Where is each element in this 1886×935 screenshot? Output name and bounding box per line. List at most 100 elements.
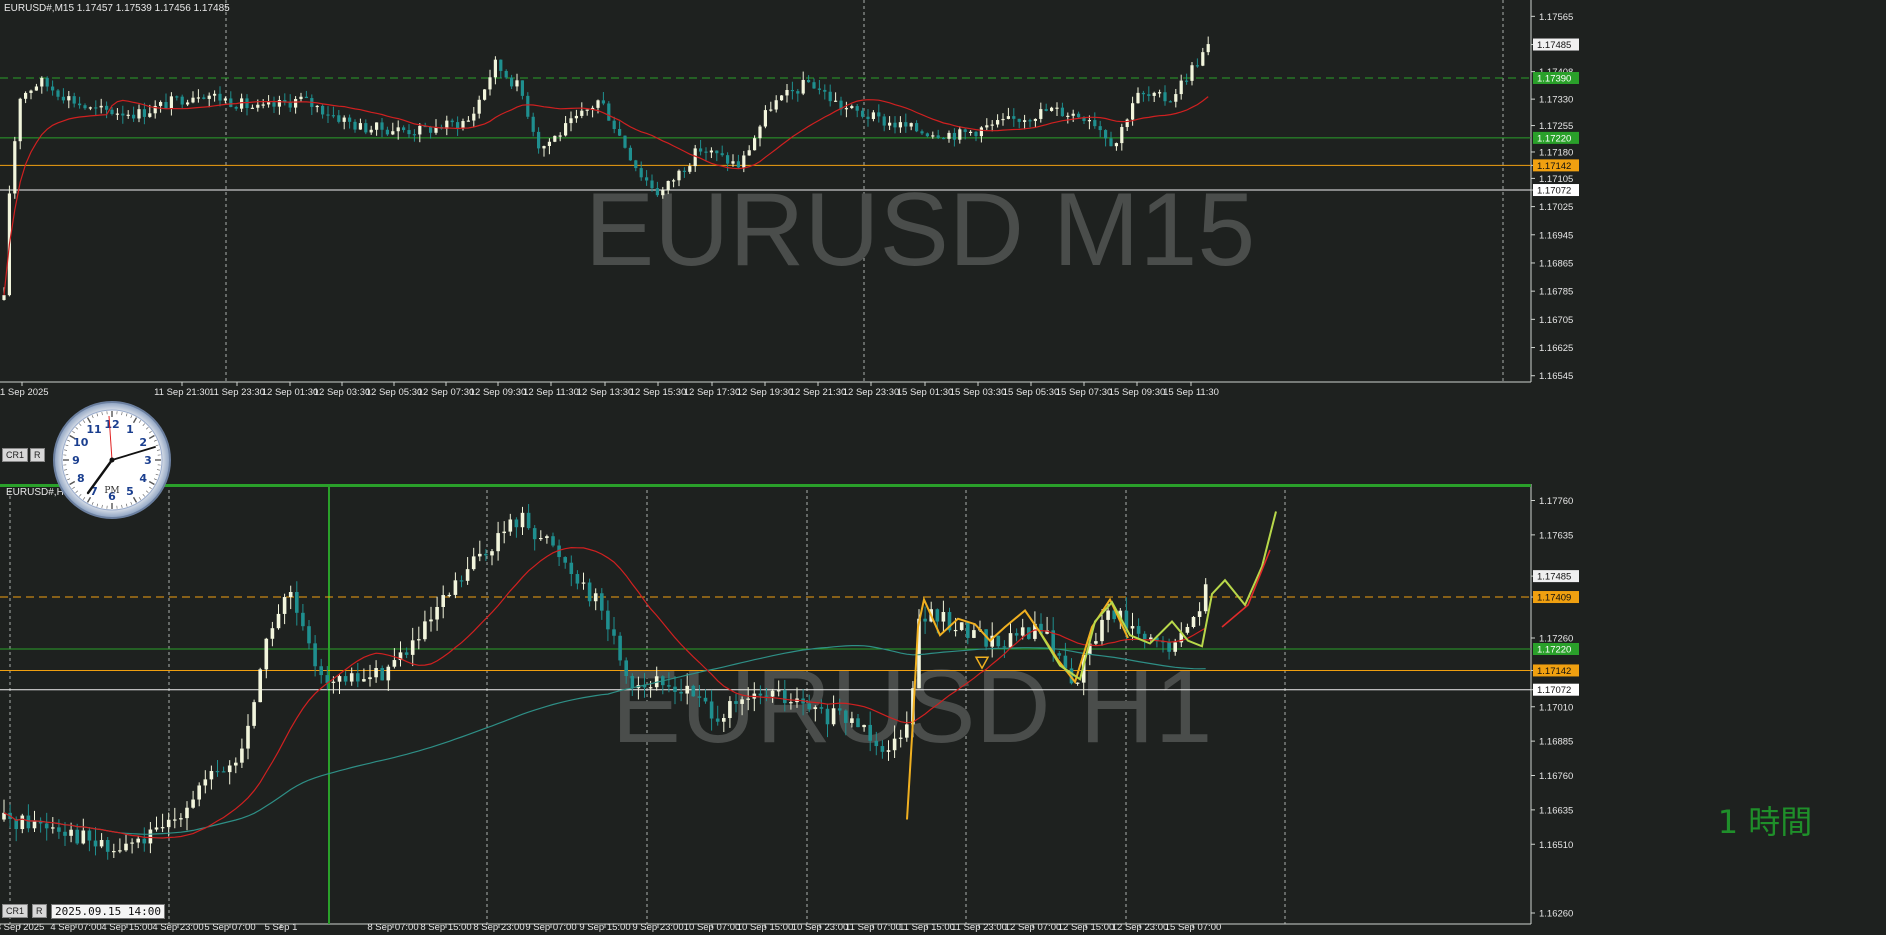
bear-candle bbox=[966, 622, 970, 638]
bear-candle bbox=[526, 512, 531, 529]
bull-candle bbox=[770, 690, 775, 697]
bull-candle bbox=[203, 779, 208, 786]
bull-candle bbox=[197, 785, 201, 800]
h1-tab-cr1[interactable]: CR1 bbox=[2, 904, 29, 918]
time-tick-label: 3 Sep 2025 bbox=[0, 922, 44, 933]
bull-candle bbox=[99, 840, 104, 847]
bull-candle bbox=[1020, 627, 1025, 636]
time-tick-label: 12 Sep 13:30 bbox=[577, 387, 634, 398]
bear-candle bbox=[1098, 126, 1102, 131]
bear-candle bbox=[1109, 138, 1113, 147]
bear-candle bbox=[343, 676, 348, 682]
time-tick-label: 12 Sep 05:30 bbox=[366, 387, 423, 398]
bear-candle bbox=[618, 129, 622, 136]
m15-chart-canvas[interactable]: EURUSD M15 1.175651.174851.174081.173301… bbox=[0, 0, 1886, 484]
bull-candle bbox=[435, 606, 439, 620]
bear-candle bbox=[1163, 92, 1167, 102]
bull-candle bbox=[472, 113, 476, 121]
bull-candle bbox=[1071, 113, 1075, 116]
h1-chart-canvas[interactable]: EURUSD H1 1 時間 1.177601.176351.174851.17… bbox=[0, 484, 1886, 935]
bull-candle bbox=[1185, 626, 1190, 633]
bull-candle bbox=[990, 124, 994, 126]
chart-pane-h1[interactable]: EURUSD H1 1 時間 1.177601.176351.174851.17… bbox=[0, 484, 1886, 935]
bear-candle bbox=[1077, 113, 1081, 118]
time-tick-label: 12 Sep 21:30 bbox=[790, 387, 847, 398]
bull-candle bbox=[774, 100, 778, 110]
bull-candle bbox=[173, 819, 177, 821]
m15-tab-cr1[interactable]: CR1 bbox=[2, 448, 29, 462]
white-level-tag: 1.17072 bbox=[1537, 685, 1571, 696]
bear-candle bbox=[484, 553, 488, 556]
bear-candle bbox=[624, 660, 628, 677]
clock-number: 4 bbox=[139, 472, 147, 485]
price-tick-label: 1.17565 bbox=[1539, 12, 1573, 23]
time-tick-label: 8 Sep 15:00 bbox=[420, 922, 471, 933]
bear-candle bbox=[893, 122, 897, 128]
bull-candle bbox=[1106, 610, 1110, 620]
bull-candle bbox=[547, 141, 551, 147]
bull-candle bbox=[574, 115, 578, 119]
bull-candle bbox=[688, 166, 692, 172]
bull-candle bbox=[2, 295, 6, 300]
time-tick-label: 12 Sep 07:30 bbox=[418, 387, 475, 398]
time-tick-label: 11 Sep 07:00 bbox=[845, 922, 901, 933]
time-tick-label: 4 Sep 23:00 bbox=[152, 922, 203, 933]
bull-candle bbox=[979, 127, 983, 137]
bull-candle bbox=[969, 131, 973, 133]
bear-candle bbox=[790, 89, 794, 92]
price-tick-label: 1.16635 bbox=[1539, 805, 1573, 816]
time-tick-label: 15 Sep 05:30 bbox=[1003, 387, 1060, 398]
bull-candle bbox=[69, 829, 73, 836]
bull-candle bbox=[112, 851, 116, 853]
bear-candle bbox=[1136, 626, 1141, 634]
bear-candle bbox=[817, 88, 821, 90]
bear-candle bbox=[307, 626, 311, 644]
bull-candle bbox=[742, 155, 746, 168]
bull-candle bbox=[1174, 94, 1178, 102]
bull-candle bbox=[776, 690, 781, 692]
bear-candle bbox=[630, 676, 635, 689]
bull-candle bbox=[148, 113, 152, 117]
bull-candle bbox=[488, 77, 492, 90]
bear-candle bbox=[758, 693, 763, 696]
time-tick-label: 10 Sep 07:00 bbox=[684, 922, 741, 933]
h1-crosshair-date: 2025.09.15 14:00 bbox=[51, 904, 165, 919]
bear-candle bbox=[974, 131, 978, 137]
bear-candle bbox=[645, 177, 649, 181]
h1-tab-r[interactable]: R bbox=[32, 904, 47, 918]
price-tick-label: 1.16510 bbox=[1539, 840, 1573, 851]
time-tick-label: 12 Sep 19:30 bbox=[737, 387, 794, 398]
bull-candle bbox=[1039, 109, 1043, 119]
bull-candle bbox=[185, 807, 189, 819]
bear-candle bbox=[429, 126, 433, 133]
bull-candle bbox=[558, 135, 562, 137]
bull-candle bbox=[315, 105, 319, 108]
bear-candle bbox=[634, 160, 638, 169]
bear-candle bbox=[1060, 107, 1064, 117]
bull-candle bbox=[362, 679, 366, 682]
bear-candle bbox=[456, 122, 460, 129]
bull-candle bbox=[29, 90, 33, 93]
bull-candle bbox=[1033, 118, 1037, 121]
bull-candle bbox=[191, 97, 195, 103]
bear-candle bbox=[402, 127, 406, 131]
bear-candle bbox=[1093, 120, 1097, 127]
bull-candle bbox=[179, 818, 183, 820]
bear-candle bbox=[56, 90, 60, 97]
bull-candle bbox=[337, 676, 342, 682]
time-tick-label: 11 Sep 23:30 bbox=[209, 387, 265, 398]
bull-candle bbox=[1130, 626, 1135, 629]
bear-candle bbox=[812, 82, 816, 89]
bull-candle bbox=[166, 819, 171, 828]
bull-candle bbox=[985, 125, 989, 128]
bear-candle bbox=[682, 170, 686, 172]
bull-candle bbox=[256, 104, 260, 108]
bear-candle bbox=[720, 153, 724, 156]
chart-pane-m15[interactable]: EURUSD M15 1.175651.174851.174081.173301… bbox=[0, 0, 1886, 484]
price-tick-label: 1.17105 bbox=[1539, 174, 1573, 185]
m15-tab-r[interactable]: R bbox=[30, 448, 45, 462]
analog-clock-widget[interactable]: 12 1 2 3 4 5 6 7 8 9 10 11 PM bbox=[52, 400, 172, 520]
bear-candle bbox=[936, 135, 940, 138]
time-tick-label: 4 Sep 07:00 bbox=[50, 922, 101, 933]
time-tick-label: 15 Sep 09:30 bbox=[1109, 387, 1166, 398]
